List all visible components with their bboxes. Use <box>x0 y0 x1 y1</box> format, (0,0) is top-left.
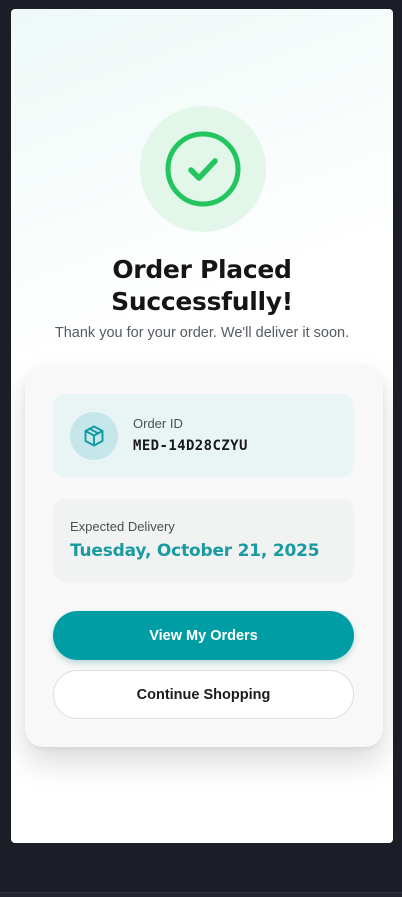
check-circle-icon <box>165 131 241 207</box>
page-subtitle: Thank you for your order. We'll deliver … <box>54 325 350 341</box>
title-line-1: Order Placed <box>112 255 292 284</box>
title-line-2: Successfully! <box>111 287 293 316</box>
view-my-orders-button[interactable]: View My Orders <box>53 611 354 660</box>
expected-delivery-box: Expected Delivery Tuesday, October 21, 2… <box>53 499 354 582</box>
order-id-value: MED-14D28CZYU <box>133 438 248 454</box>
order-id-label: Order ID <box>133 416 183 431</box>
bottom-bar <box>0 892 402 897</box>
order-id-box: Order ID MED-14D28CZYU <box>53 394 354 477</box>
order-summary-card: Order ID MED-14D28CZYU Expected Delivery… <box>25 366 383 747</box>
package-icon-badge <box>70 412 118 460</box>
page-title: Order Placed Successfully! <box>11 254 393 318</box>
expected-delivery-label: Expected Delivery <box>70 519 175 534</box>
continue-shopping-button[interactable]: Continue Shopping <box>53 670 354 719</box>
expected-delivery-date: Tuesday, October 21, 2025 <box>70 541 320 561</box>
package-icon <box>84 425 104 447</box>
order-success-screen: Order Placed Successfully! Thank you for… <box>11 9 393 843</box>
success-badge <box>140 106 266 232</box>
